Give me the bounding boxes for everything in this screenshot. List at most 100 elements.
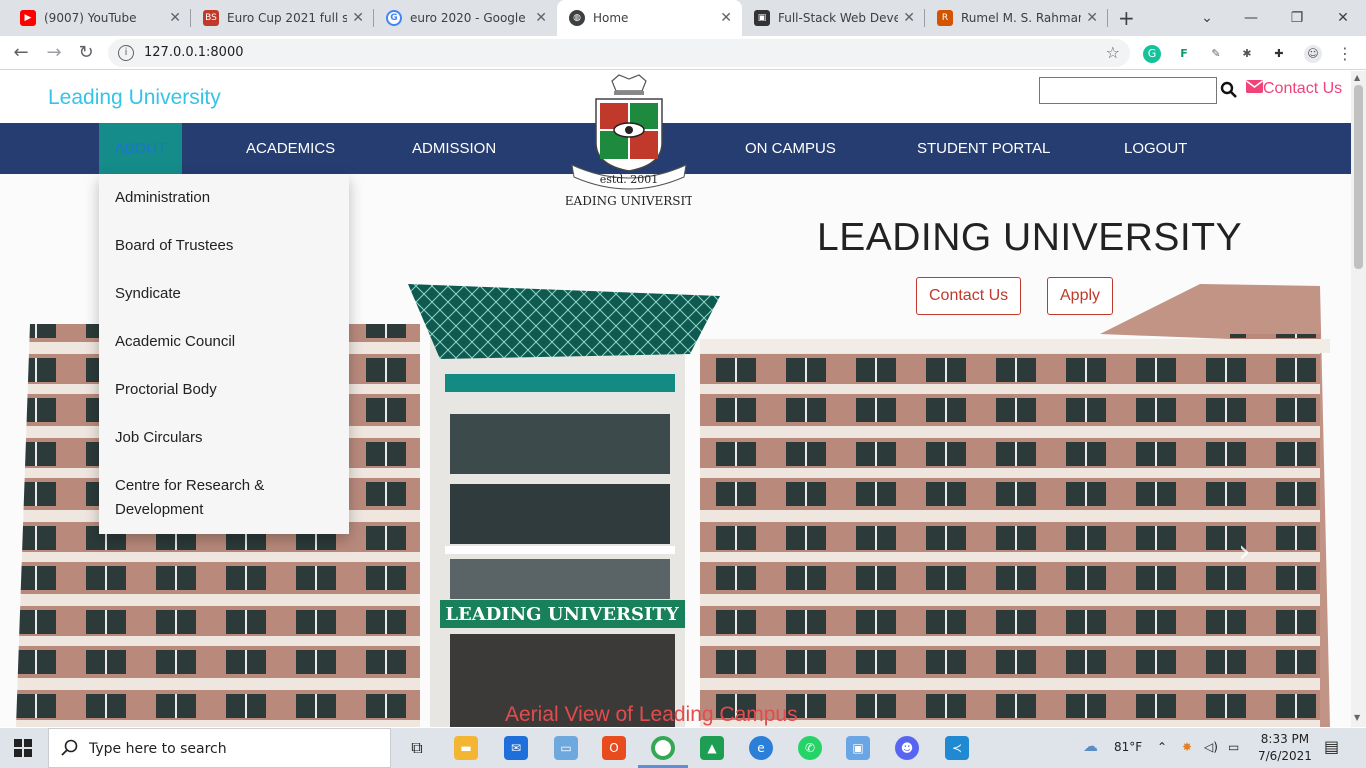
tab-title: (9007) YouTube — [44, 11, 137, 25]
about-dropdown-menu: Administration Board of Trustees Syndica… — [99, 174, 349, 534]
laptop-icon[interactable]: ▭ — [554, 736, 578, 760]
weather-icon[interactable]: ☁ — [1083, 737, 1098, 755]
tab-search-icon[interactable]: ⌄ — [1184, 0, 1230, 36]
search-input[interactable] — [1039, 77, 1217, 104]
file-explorer-icon[interactable]: ▬ — [454, 736, 478, 760]
tab-title: Home — [593, 11, 629, 25]
nav-logout[interactable]: LOGOUT — [1124, 123, 1187, 174]
whatsapp-icon[interactable]: ✆ — [798, 736, 822, 760]
drive-icon[interactable]: ▲ — [700, 736, 724, 760]
edge-icon[interactable]: e — [749, 736, 773, 760]
site-info-icon[interactable]: i — [118, 45, 134, 61]
back-icon[interactable]: ← — [9, 41, 33, 65]
nav-student-portal[interactable]: STUDENT PORTAL — [917, 123, 1050, 174]
mail-icon[interactable]: ✉ — [504, 736, 528, 760]
virtualbox-icon[interactable]: ▣ — [846, 736, 870, 760]
reload-icon[interactable]: ↻ — [74, 41, 98, 65]
scroll-down-icon[interactable]: ▼ — [1354, 713, 1360, 722]
bug-icon[interactable]: ✱ — [1238, 45, 1256, 63]
windows-taskbar: Type here to search ⧉ ▬ ✉ ▭ O ▲ e ✆ ▣ ☻ … — [0, 728, 1366, 768]
eyedropper-icon[interactable]: ✎ — [1207, 45, 1225, 63]
search-icon[interactable] — [1220, 80, 1238, 100]
tab-divider — [1107, 9, 1108, 27]
nav-on-campus[interactable]: ON CAMPUS — [745, 123, 836, 174]
scroll-up-icon[interactable]: ▲ — [1354, 73, 1360, 82]
url-text[interactable]: 127.0.0.1:8000 — [144, 45, 244, 60]
nav-admission[interactable]: ADMISSION — [412, 123, 496, 174]
nav-academics[interactable]: ACADEMICS — [246, 123, 335, 174]
browser-tab[interactable]: R Rumel M. S. Rahman F ✕ — [925, 0, 1108, 36]
tray-app-icon[interactable]: ✸ — [1182, 740, 1192, 754]
course-icon: ▣ — [754, 10, 770, 26]
youtube-icon: ▶ — [20, 10, 36, 26]
tab-strip: ▶ (9007) YouTube ✕ BS Euro Cup 2021 full… — [0, 0, 1366, 36]
new-tab-icon[interactable]: + — [1118, 6, 1135, 30]
tab-title: euro 2020 - Google Se — [410, 11, 530, 25]
dropdown-item-academic-council[interactable]: Academic Council — [99, 330, 349, 378]
browser-tab[interactable]: ▶ (9007) YouTube ✕ — [8, 0, 191, 36]
taskbar-clock[interactable]: 8:33 PM 7/6/2021 — [1258, 731, 1312, 765]
site-brand[interactable]: Leading University — [48, 86, 221, 110]
network-icon[interactable]: ▭ — [1228, 740, 1239, 754]
taskbar-search-placeholder: Type here to search — [89, 741, 227, 757]
show-hidden-icons-icon[interactable]: ⌃ — [1157, 740, 1167, 754]
dropdown-item-research[interactable]: Centre for Research & Development — [99, 474, 349, 534]
hero-apply-button[interactable]: Apply — [1047, 277, 1114, 315]
menu-icon[interactable]: ⋮ — [1336, 45, 1354, 63]
clock-date: 7/6/2021 — [1258, 749, 1312, 763]
restore-icon[interactable]: ❐ — [1274, 0, 1320, 36]
chrome-icon[interactable] — [651, 736, 675, 760]
volume-icon[interactable]: ◁) — [1204, 740, 1218, 754]
taskbar-search-box[interactable]: Type here to search — [48, 728, 391, 768]
weather-temp[interactable]: 81°F — [1114, 740, 1142, 754]
grammarly-icon[interactable]: G — [1143, 45, 1161, 63]
close-tab-icon[interactable]: ✕ — [903, 10, 915, 26]
logo-estd-text: estd. 2001 — [600, 173, 659, 186]
close-tab-icon[interactable]: ✕ — [352, 10, 364, 26]
contact-link[interactable]: Contact Us — [1246, 80, 1342, 98]
windows-start-icon[interactable] — [14, 739, 32, 761]
notifications-icon[interactable]: ▤ — [1324, 737, 1339, 756]
office-icon[interactable]: O — [602, 736, 626, 760]
tab-title: Rumel M. S. Rahman F — [961, 11, 1081, 25]
close-tab-icon[interactable]: ✕ — [535, 10, 547, 26]
tab-title: Full-Stack Web Develo — [778, 11, 898, 25]
university-logo[interactable]: estd. 2001 LEADING UNIVERSITY — [557, 73, 702, 211]
discord-icon[interactable]: ☻ — [895, 736, 919, 760]
globe-icon: ◍ — [569, 10, 585, 26]
logo-name-text: LEADING UNIVERSITY — [566, 194, 692, 208]
puzzle-icon[interactable]: ✚ — [1270, 45, 1288, 63]
task-view-icon[interactable]: ⧉ — [405, 736, 429, 760]
browser-tab[interactable]: G euro 2020 - Google Se ✕ — [374, 0, 557, 36]
avatar[interactable]: ☺ — [1304, 45, 1322, 63]
dropdown-item-syndicate[interactable]: Syndicate — [99, 282, 349, 330]
nav-about[interactable]: ABOUT — [99, 123, 182, 174]
tab-title: Euro Cup 2021 full sch — [227, 11, 347, 25]
close-tab-icon[interactable]: ✕ — [720, 10, 732, 26]
dropdown-item-job-circulars[interactable]: Job Circulars — [99, 426, 349, 474]
minimize-icon[interactable]: — — [1228, 0, 1274, 36]
profile-icon: R — [937, 10, 953, 26]
browser-tab[interactable]: BS Euro Cup 2021 full sch ✕ — [191, 0, 374, 36]
building-sign: LEADING UNIVERSITY — [445, 604, 679, 625]
page-scrollbar[interactable]: ▲ ▼ — [1351, 71, 1366, 727]
dropdown-item-administration[interactable]: Administration — [99, 186, 349, 234]
scrollbar-thumb[interactable] — [1354, 85, 1363, 269]
vscode-icon[interactable]: ≺ — [945, 736, 969, 760]
browser-tab-active[interactable]: ◍ Home ✕ — [557, 0, 742, 36]
extension-icon[interactable]: F — [1175, 45, 1193, 63]
close-tab-icon[interactable]: ✕ — [1086, 10, 1098, 26]
bookmark-star-icon[interactable]: ☆ — [1106, 43, 1120, 62]
google-icon: G — [386, 10, 402, 26]
forward-icon[interactable]: → — [42, 41, 66, 65]
hero-contact-button[interactable]: Contact Us — [916, 277, 1022, 315]
browser-tab[interactable]: ▣ Full-Stack Web Develo ✕ — [742, 0, 925, 36]
omnibox[interactable]: i 127.0.0.1:8000 ☆ — [108, 39, 1130, 67]
close-window-icon[interactable]: ✕ — [1320, 0, 1366, 36]
carousel-next-icon[interactable]: › — [1238, 532, 1251, 570]
dropdown-item-proctorial-body[interactable]: Proctorial Body — [99, 378, 349, 426]
close-tab-icon[interactable]: ✕ — [169, 10, 181, 26]
dropdown-item-board-of-trustees[interactable]: Board of Trustees — [99, 234, 349, 282]
carousel-caption: Aerial View of Leading Campus — [505, 703, 798, 726]
search-icon — [61, 739, 79, 761]
